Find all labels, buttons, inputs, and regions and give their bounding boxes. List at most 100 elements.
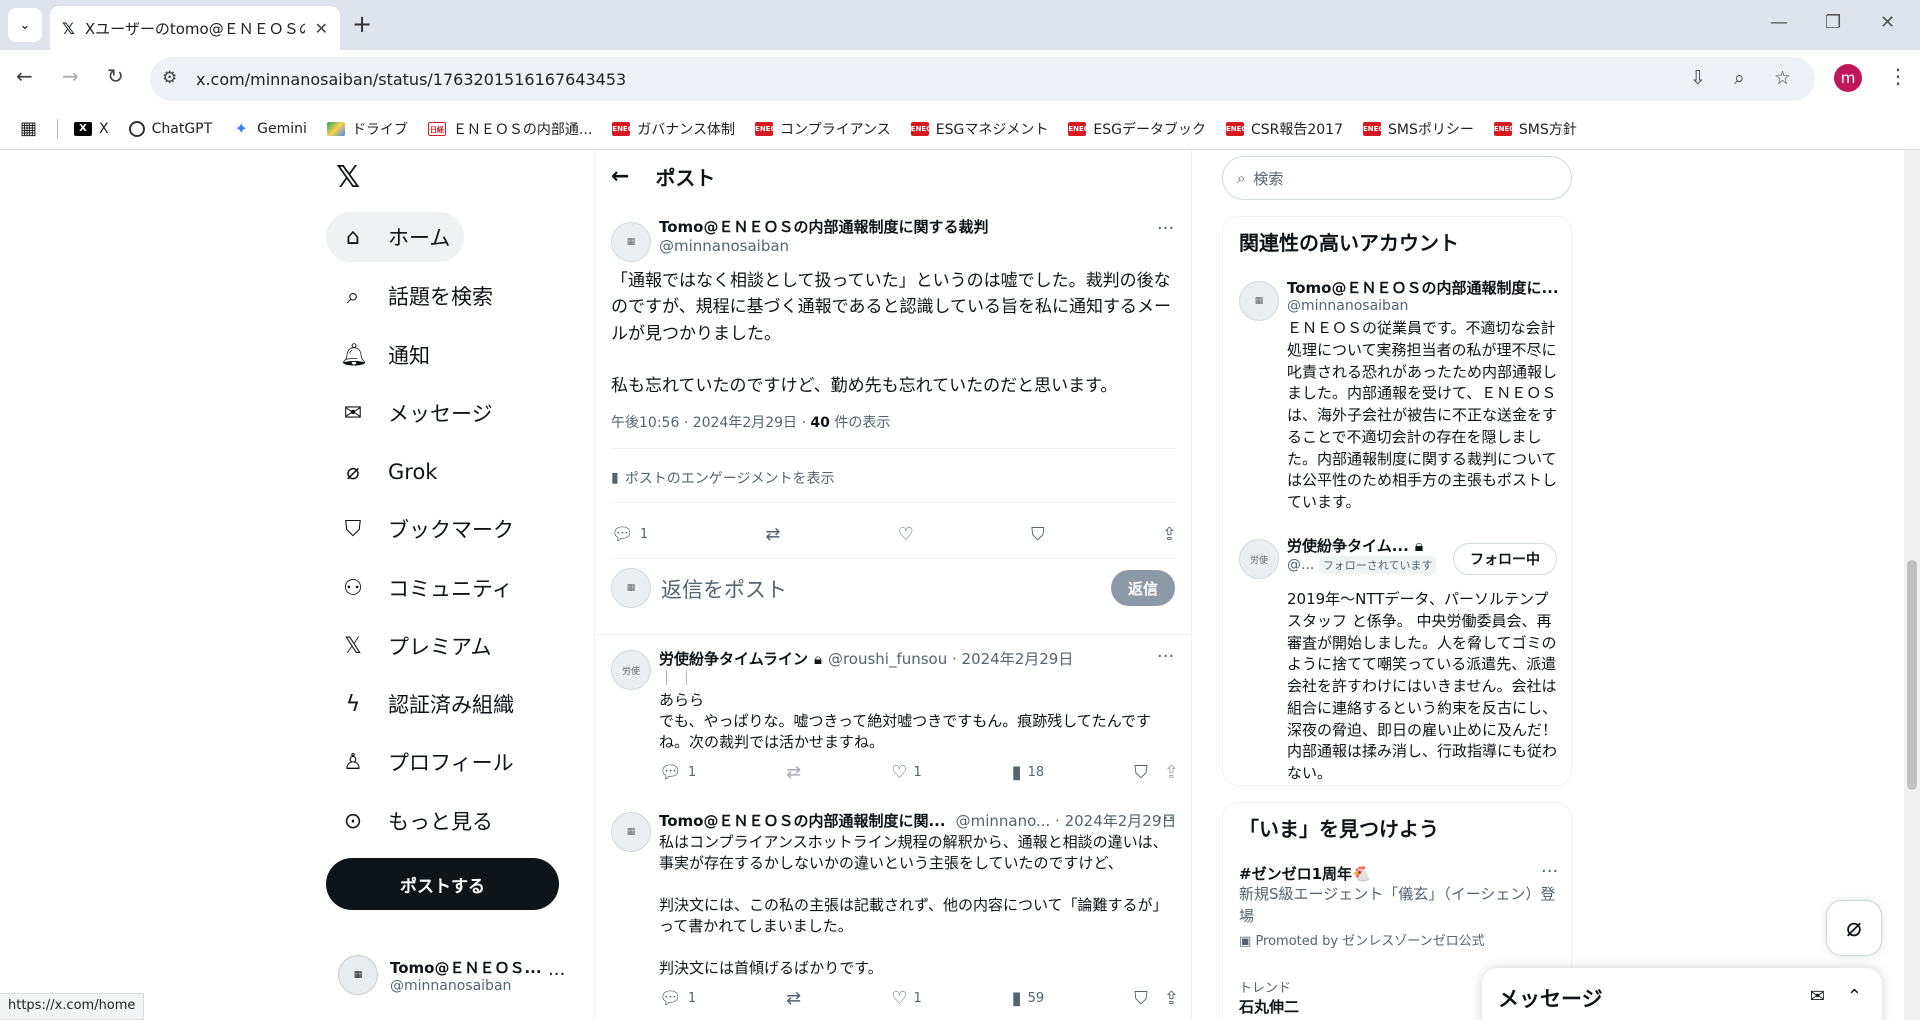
post-text-paragraph-2: 私も忘れていたのですけど、勤め先も忘れていたのだと思います。 xyxy=(611,376,1118,397)
repost-action[interactable]: ⇄ xyxy=(786,988,801,1009)
gemini-icon: ✦ xyxy=(234,118,248,138)
post-more-icon[interactable]: ··· xyxy=(1157,218,1174,239)
grok-floating-button[interactable]: ⌀ xyxy=(1826,900,1882,956)
bookmark-compliance[interactable]: ENEOS コンプライアンス xyxy=(755,119,891,139)
post-author-handle[interactable]: @minnanosaiban xyxy=(659,237,988,255)
reply-author-name[interactable]: 労使紛争タイムライン xyxy=(659,648,808,669)
apps-grid-icon[interactable]: ▦ xyxy=(20,118,37,139)
bookmark-sms-guideline[interactable]: ENEOS SMS方針 xyxy=(1493,119,1577,139)
nav-grok[interactable]: ⌀ Grok xyxy=(326,447,451,497)
like-action[interactable]: ♡ xyxy=(898,524,914,545)
tab-search-button[interactable]: ⌄ xyxy=(8,8,42,42)
engagement-link[interactable]: ▮ ポストのエンゲージメントを表示 xyxy=(611,468,834,488)
nav-bookmarks[interactable]: ⛉ ブックマーク xyxy=(326,504,528,554)
bookmark-share[interactable]: ⛉ ⇪ xyxy=(1134,988,1179,1009)
reply-avatar[interactable]: ▦ xyxy=(611,812,651,852)
post-author-name[interactable]: Tomo@ＥＮＥＯＳの内部通報制度に関する裁判 xyxy=(659,216,988,237)
install-app-icon[interactable]: ⇩ xyxy=(1690,67,1706,89)
minimize-button[interactable]: — xyxy=(1770,12,1788,33)
bookmark-star-icon[interactable]: ☆ xyxy=(1774,67,1791,89)
like-action[interactable]: ♡ 1 xyxy=(891,988,921,1009)
bookmark-gemini[interactable]: ✦ Gemini xyxy=(232,118,306,138)
bookmark-x[interactable]: XX xyxy=(74,121,109,137)
reply-author-handle[interactable]: @roushi_funsou · 2024年2月29日 xyxy=(828,648,1073,669)
reply-more-icon[interactable]: ··· xyxy=(1157,646,1174,667)
messages-drawer[interactable]: メッセージ ✉ ⌃ xyxy=(1482,968,1882,1020)
related-account-avatar[interactable]: ▦ xyxy=(1239,281,1279,321)
promoted-row: ▣ Promoted by ゼンレスゾーンゼロ公式 xyxy=(1239,930,1559,949)
search-input[interactable]: ⌕ 検索 xyxy=(1222,156,1572,200)
reply-author-handle[interactable]: @minnano... · 2024年2月29日 xyxy=(956,810,1177,831)
post-timestamp[interactable]: 午後10:56 · 2024年2月29日 · xyxy=(611,415,810,431)
new-message-icon[interactable]: ✉ xyxy=(1810,986,1825,1007)
reply-action[interactable]: 💬︎ 1 xyxy=(659,988,696,1009)
back-arrow-icon[interactable]: ← xyxy=(611,164,629,189)
browser-menu-icon[interactable]: ⋮ xyxy=(1888,64,1908,88)
close-window-button[interactable]: ✕ xyxy=(1880,12,1895,33)
page-scrollbar[interactable] xyxy=(1904,150,1920,1020)
reload-button[interactable]: ↻ xyxy=(107,64,124,88)
bookmark-share[interactable]: ⛉ ⇪ xyxy=(1134,762,1179,783)
profile-avatar[interactable]: m xyxy=(1834,64,1862,92)
views-action[interactable]: ▮ 59 xyxy=(1012,988,1044,1009)
bookmark-chatgpt[interactable]: ChatGPT xyxy=(128,120,212,137)
like-action[interactable]: ♡ 1 xyxy=(891,762,921,783)
bookmark-drive[interactable]: ドライブ xyxy=(326,119,408,139)
restore-button[interactable]: ❐ xyxy=(1825,12,1841,33)
nav-more[interactable]: ⊙ もっと見る xyxy=(326,796,507,846)
reply-avatar[interactable]: 労使 xyxy=(611,650,651,690)
address-bar[interactable]: ⚙ x.com/minnanosaiban/status/17632015161… xyxy=(150,57,1815,101)
nav-verified-orgs[interactable]: ϟ 認証済み組織 xyxy=(326,679,528,729)
bookmark-action[interactable]: ⛉ xyxy=(1031,524,1045,545)
nav-profile[interactable]: ♙ プロフィール xyxy=(326,737,528,787)
new-tab-button[interactable]: + xyxy=(352,10,372,38)
reply-action[interactable]: 💬︎ 1 xyxy=(611,524,648,545)
reply-action[interactable]: 💬︎ 1 xyxy=(659,762,696,783)
zoom-icon[interactable]: ⌕ xyxy=(1734,67,1745,89)
reply-submit-button[interactable]: 返信 xyxy=(1111,570,1175,606)
reply-more-icon[interactable]: ··· xyxy=(1157,808,1174,829)
bookmark-sms-policy[interactable]: ENEOS SMSポリシー xyxy=(1363,119,1474,139)
reply-author-name[interactable]: Tomo@ＥＮＥＯＳの内部通報制度に関... xyxy=(659,810,946,831)
x-page: 𝕏 ⌂ ホーム ⌕ 話題を検索 🔔︎ 通知 ✉ メッセージ ⌀ Grok ⛉ ブックマーク … xyxy=(0,150,1920,1020)
related-account-2[interactable]: 労使紛争タイム... 🔒︎ @... フォローされています xyxy=(1287,535,1453,574)
drive-icon xyxy=(326,121,345,136)
repost-action[interactable]: ⇄ xyxy=(765,524,780,545)
trend-item[interactable]: トレンド 石丸伸二 xyxy=(1239,977,1299,1017)
nav-notifications[interactable]: 🔔︎ 通知 xyxy=(326,330,444,380)
forward-button[interactable]: → xyxy=(62,64,79,88)
related-account-bio: 2019年〜NTTデータ、パーソルテンプスタッフ と係争。 中央労働委員会、再審… xyxy=(1287,590,1558,782)
back-button[interactable]: ← xyxy=(16,64,33,88)
reply-input[interactable]: 返信をポスト xyxy=(661,574,787,604)
bookmark-icon: ⛉ xyxy=(1031,523,1045,545)
bookmark-esg-databook[interactable]: ENEOS ESGデータブック xyxy=(1068,119,1206,139)
trend-name: 石丸伸二 xyxy=(1239,998,1300,1016)
scrollbar-thumb[interactable] xyxy=(1907,560,1917,790)
repost-action[interactable]: ⇄ xyxy=(786,762,801,783)
nav-communities[interactable]: ⚇ コミュニティ xyxy=(326,563,527,613)
post-author-avatar[interactable]: ▦ xyxy=(611,222,651,262)
trend-item-promoted[interactable]: #ゼンゼロ1周年🐔 新規S級エージェント「儀玄」（イーシェン）登場 ▣ Prom… xyxy=(1239,863,1559,949)
related-account-avatar[interactable]: 労使 xyxy=(1239,539,1279,579)
account-more-icon[interactable]: ··· xyxy=(548,964,565,985)
x-logo-icon[interactable]: 𝕏 xyxy=(336,160,360,195)
expand-icon[interactable]: ⌃ xyxy=(1847,986,1862,1007)
views-action[interactable]: ▮ 18 xyxy=(1012,762,1044,783)
share-action[interactable]: ⇪ xyxy=(1162,524,1177,545)
post-button[interactable]: ポストする xyxy=(326,858,559,910)
nav-premium[interactable]: 𝕏 プレミアム xyxy=(326,621,506,671)
nav-messages[interactable]: ✉ メッセージ xyxy=(326,388,507,438)
browser-tab-active[interactable]: 𝕏 Xユーザーのtomo@ＥＮＥＯＳの内部通報制度に関する裁判 ✕ xyxy=(50,6,340,50)
bookmark-governance[interactable]: ENEOS ガバナンス体制 xyxy=(612,119,735,139)
trend-more-icon[interactable]: ··· xyxy=(1541,861,1558,882)
nav-home[interactable]: ⌂ ホーム xyxy=(326,212,465,262)
bookmark-csr-2017[interactable]: ENEOS CSR報告2017 xyxy=(1225,119,1343,139)
following-button[interactable]: フォロー中 xyxy=(1453,543,1557,575)
account-switcher[interactable]: ▦ Tomo@ＥＮＥＯＳ... @minnanosaiban ··· xyxy=(338,950,568,1000)
close-tab-icon[interactable]: ✕ xyxy=(315,19,328,38)
bookmark-esg-management[interactable]: ENEOS ESGマネジメント xyxy=(910,119,1048,139)
related-account-1[interactable]: Tomo@ＥＮＥＯＳの内部通報制度に... @minnanosaiban ＥＮＥ… xyxy=(1287,277,1561,514)
bookmark-eneos-internal[interactable]: 日経 ＥＮＥＯＳの内部通... xyxy=(427,119,592,139)
nav-explore[interactable]: ⌕ 話題を検索 xyxy=(326,271,507,321)
site-info-icon[interactable]: ⚙ xyxy=(162,68,177,88)
